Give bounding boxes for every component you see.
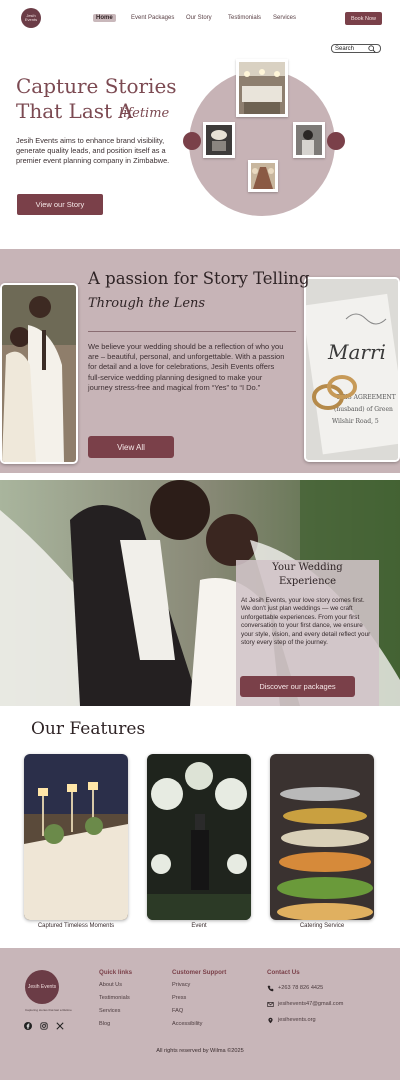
polaroid-dance-floor [203, 122, 235, 158]
hero-title-script: lifetime [119, 106, 170, 121]
story-title: A passion for Story Telling [88, 269, 310, 288]
experience-title-line-1: Your Wedding [272, 562, 343, 573]
contact-email[interactable]: jesihevents47@gmail.com [278, 1001, 343, 1007]
footer-link-services[interactable]: Services [99, 1008, 120, 1014]
logo-text: Jesih Events [24, 13, 38, 22]
search-placeholder: Search [335, 45, 355, 52]
contact-heading: Contact Us [267, 969, 300, 976]
nav-link-our-story[interactable]: Our Story [183, 14, 215, 22]
svg-text:Marri: Marri [327, 340, 386, 364]
contact-phone[interactable]: +263 78 826 4425 [278, 985, 323, 991]
features-title: Our Features [31, 719, 146, 739]
experience-description: At Jesih Events, your love story comes f… [241, 597, 371, 647]
feature-card-event[interactable] [147, 754, 251, 920]
nav-link-testimonials[interactable]: Testimonials [225, 14, 264, 22]
carousel-prev-dot[interactable] [183, 132, 201, 150]
footer-logo-text: Jesih Events [27, 984, 57, 990]
view-all-button[interactable]: View All [88, 436, 174, 458]
discover-packages-button[interactable]: Discover our packages [240, 676, 355, 697]
hero-description: Jesih Events aims to enhance brand visib… [16, 136, 170, 165]
instagram-icon[interactable] [40, 1022, 48, 1030]
view-our-story-button[interactable]: View our Story [17, 194, 103, 215]
footer-link-privacy[interactable]: Privacy [172, 982, 190, 988]
feature-caption-3: Catering Service [299, 923, 345, 929]
nav-link-event-packages[interactable]: Event Packages [128, 14, 177, 22]
contact-website[interactable]: jesihevents.org [278, 1017, 316, 1023]
couple-photo [0, 283, 78, 464]
experience-title-line-2: Experience [278, 576, 337, 587]
x-twitter-icon[interactable] [56, 1022, 64, 1030]
svg-text:Wilshir Road, 5: Wilshir Road, 5 [332, 418, 379, 425]
footer-link-about[interactable]: About Us [99, 982, 122, 988]
facebook-icon[interactable] [24, 1022, 32, 1030]
footer-link-accessibility[interactable]: Accessibility [172, 1021, 202, 1027]
carousel-next-dot[interactable] [327, 132, 345, 150]
hero-title-line-1: Capture Stories [16, 74, 177, 98]
polaroid-aisle [248, 160, 278, 192]
feature-card-timeless-moments[interactable] [24, 754, 128, 920]
story-script-subtitle: Through the Lens [88, 296, 206, 311]
story-divider [88, 331, 296, 332]
footer-link-testimonials[interactable]: Testimonials [99, 995, 130, 1001]
polaroid-couple-portrait [293, 122, 325, 158]
search-icon[interactable] [368, 45, 376, 53]
feature-card-catering[interactable] [270, 754, 374, 920]
footer-logo[interactable]: Jesih Events [25, 970, 59, 1004]
quick-links-heading: Quick links [99, 969, 133, 976]
email-icon [267, 1002, 274, 1007]
location-pin-icon [268, 1017, 273, 1024]
feature-caption-1: Captured Timeless Moments [37, 923, 115, 929]
footer-link-faq[interactable]: FAQ [172, 1008, 183, 1014]
feature-caption-2: Event [191, 923, 207, 929]
footer [0, 948, 400, 1080]
nav-link-home[interactable]: Home [93, 14, 116, 22]
footer-tagline: Capturing stories that last a lifetime [25, 1008, 72, 1012]
nav-link-services[interactable]: Services [270, 14, 299, 22]
polaroid-reception-hall [236, 59, 288, 117]
copyright-text: All rights reserved by Wilma ©2025 [156, 1048, 244, 1054]
site-logo[interactable]: Jesih Events [21, 8, 41, 28]
customer-support-heading: Customer Support [172, 969, 227, 976]
book-now-button[interactable]: Book Now [345, 12, 382, 25]
hero-title-line-2: That Last A [16, 99, 133, 123]
footer-link-press[interactable]: Press [172, 995, 186, 1001]
footer-link-blog[interactable]: Blog [99, 1021, 110, 1027]
svg-text:(husband) of Green: (husband) of Green [334, 406, 393, 413]
phone-icon [267, 985, 274, 992]
story-description: We believe your wedding should be a refl… [88, 342, 285, 392]
wedding-rings-photo: Marri THIS AGREEMENT (husband) of Green Wil… [304, 277, 400, 462]
